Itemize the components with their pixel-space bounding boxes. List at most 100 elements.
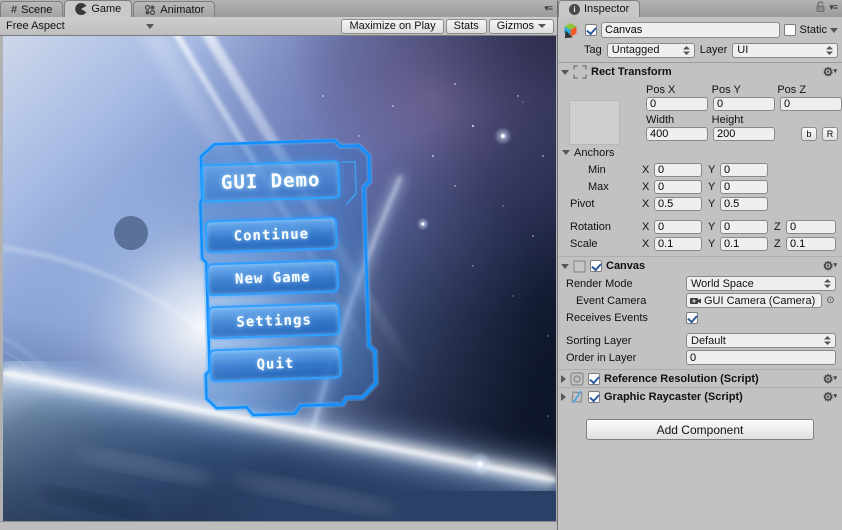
settings-button[interactable]: Settings: [207, 302, 341, 340]
tag-dropdown[interactable]: Untagged: [606, 42, 695, 58]
gear-icon[interactable]: ⚙ ▾: [823, 391, 837, 403]
gear-icon[interactable]: ⚙ ▾: [823, 373, 837, 385]
add-component-button[interactable]: Add Component: [586, 419, 814, 440]
gui-demo-menu: GUI Demo Continue New Game Settings Quit: [188, 137, 383, 435]
graphic-raycaster-icon: [570, 389, 584, 404]
rect-transform-title: Rect Transform: [591, 66, 672, 78]
game-view-frame: GUI Demo Continue New Game Settings Quit: [0, 36, 557, 521]
axis-y-label: Y: [708, 237, 716, 250]
graphic-raycaster-enabled-checkbox[interactable]: [588, 390, 600, 403]
raw-edit-mode-button[interactable]: R: [822, 127, 838, 141]
chevron-down-icon: [146, 23, 154, 29]
gear-icon[interactable]: ⚙ ▾: [823, 66, 837, 78]
chevron-down-icon: [538, 24, 546, 28]
aspect-dropdown[interactable]: Free Aspect: [6, 19, 154, 34]
sorting-layer-dropdown[interactable]: Default: [686, 333, 836, 348]
static-label: Static: [799, 24, 827, 36]
gear-icon[interactable]: ⚙ ▾: [823, 260, 837, 272]
canvas-title: Canvas: [606, 260, 646, 272]
order-in-layer-label: Order in Layer: [566, 351, 637, 364]
width-field[interactable]: [646, 127, 708, 141]
rotation-z-field[interactable]: [786, 219, 836, 234]
scale-x-field[interactable]: [654, 236, 702, 251]
aspect-label: Free Aspect: [6, 20, 65, 32]
tab-game[interactable]: Game: [64, 0, 133, 17]
inspector-pane-menu-icon[interactable]: ▾≡: [829, 2, 838, 12]
anchors-foldout[interactable]: [562, 150, 570, 155]
gameobject-cube-icon[interactable]: [561, 22, 581, 42]
render-mode-dropdown[interactable]: World Space: [686, 276, 836, 291]
pos-z-label: Pos Z: [777, 84, 807, 96]
axis-y-label: Y: [708, 180, 716, 193]
stats-button[interactable]: Stats: [445, 18, 487, 34]
rect-transform-foldout[interactable]: [561, 69, 569, 75]
inspector-body: Static Tag Untagged Layer UI: [558, 17, 842, 530]
game-tabstrip: # Scene Game Animator ▾≡: [0, 0, 557, 17]
scale-y-field[interactable]: [720, 236, 768, 251]
tab-animator[interactable]: Animator: [133, 1, 216, 17]
tab-scene-label: Scene: [21, 3, 53, 16]
game-icon: [75, 3, 87, 15]
graphic-raycaster-foldout[interactable]: [561, 392, 566, 401]
reference-resolution-enabled-checkbox[interactable]: [588, 372, 600, 385]
inspector-tabstrip: i Inspector ▾≡: [558, 0, 842, 17]
axis-y-label: Y: [708, 220, 716, 233]
height-field[interactable]: [713, 127, 775, 141]
pos-y-field[interactable]: [713, 97, 775, 111]
blueprint-mode-button[interactable]: b: [801, 127, 817, 141]
pos-x-field[interactable]: [646, 97, 708, 111]
tab-animator-label: Animator: [160, 3, 205, 16]
anchors-label: Anchors: [574, 146, 615, 159]
canvas-component: Canvas ⚙ ▾ Render Mode World Space Event …: [558, 256, 842, 366]
gameobject-active-checkbox[interactable]: [585, 24, 597, 36]
tab-inspector[interactable]: i Inspector: [558, 0, 641, 17]
render-mode-label: Render Mode: [566, 277, 633, 290]
reference-resolution-component: Reference Resolution (Script) ⚙ ▾: [558, 369, 842, 387]
canvas-enabled-checkbox[interactable]: [590, 260, 602, 272]
graphic-raycaster-title: Graphic Raycaster (Script): [604, 390, 743, 403]
rect-transform-component: Rect Transform ⚙ ▾ Pos X Pos Y Pos Z 0 0…: [558, 63, 842, 256]
layer-dropdown[interactable]: UI: [732, 42, 838, 58]
event-camera-object-field[interactable]: GUI Camera (Camera): [686, 293, 822, 308]
anchors-max-x-field[interactable]: [654, 179, 702, 194]
lock-icon[interactable]: [816, 1, 826, 13]
game-viewport[interactable]: GUI Demo Continue New Game Settings Quit: [3, 36, 556, 521]
rotation-y-field[interactable]: [720, 219, 768, 234]
gameobject-name-field[interactable]: [601, 22, 781, 38]
receives-events-checkbox[interactable]: [686, 311, 698, 324]
sorting-layer-label: Sorting Layer: [566, 334, 632, 347]
quit-button[interactable]: Quit: [208, 345, 342, 383]
canvas-foldout[interactable]: [561, 263, 569, 269]
anchors-min-x-field[interactable]: [654, 162, 702, 177]
anchors-max-label: Max: [588, 180, 609, 193]
reference-resolution-foldout[interactable]: [561, 374, 566, 383]
anchors-max-y-field[interactable]: [720, 179, 768, 194]
pivot-y-field[interactable]: [720, 196, 768, 211]
static-dropdown-icon[interactable]: [830, 27, 838, 33]
pivot-x-field[interactable]: [654, 196, 702, 211]
tab-game-label: Game: [91, 3, 122, 15]
unity-editor: # Scene Game Animator ▾≡ Free Aspect Max…: [0, 0, 842, 530]
static-checkbox[interactable]: [784, 24, 797, 36]
reference-resolution-title: Reference Resolution (Script): [604, 372, 759, 385]
pos-y-label: Pos Y: [711, 84, 741, 96]
inspector-panel: i Inspector ▾≡ Canvas Static Tag Untagge…: [557, 0, 842, 530]
axis-z-label: Z: [774, 220, 781, 233]
scene-icon: #: [11, 3, 18, 16]
anchors-min-y-field[interactable]: [720, 162, 768, 177]
continue-button[interactable]: Continue: [204, 216, 338, 254]
rotation-x-field[interactable]: [654, 219, 702, 234]
anchor-preview[interactable]: [569, 100, 620, 145]
graphic-raycaster-component: Graphic Raycaster (Script) ⚙ ▾: [558, 387, 842, 405]
new-game-button[interactable]: New Game: [206, 259, 340, 297]
game-panel-border: [0, 521, 557, 530]
object-picker-icon[interactable]: ⊙: [825, 295, 836, 306]
pos-z-field[interactable]: [780, 97, 842, 111]
tag-label: Tag: [584, 44, 602, 56]
gizmos-button[interactable]: Gizmos: [488, 18, 554, 34]
scale-z-field[interactable]: [786, 236, 836, 251]
order-in-layer-field[interactable]: [686, 350, 836, 365]
tab-scene[interactable]: # Scene: [0, 1, 64, 17]
game-pane-menu-icon[interactable]: ▾≡: [544, 4, 553, 13]
maximize-on-play-button[interactable]: Maximize on Play: [341, 18, 444, 34]
